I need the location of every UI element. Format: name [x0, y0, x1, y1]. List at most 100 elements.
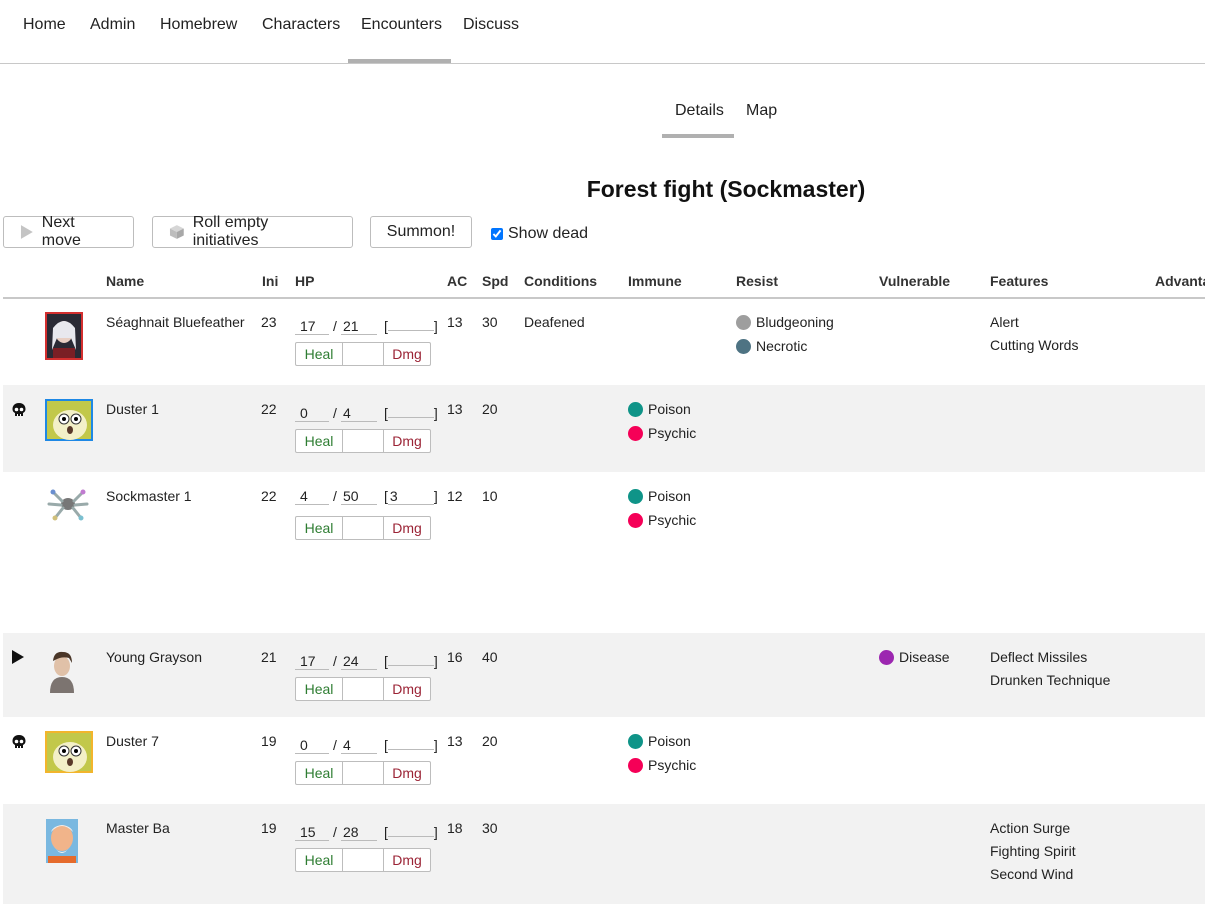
tab-map[interactable]: Map: [746, 102, 777, 120]
hp-amount-input[interactable]: [343, 678, 384, 700]
elf-portrait-avatar[interactable]: [45, 312, 91, 360]
sockmaster-spider-avatar[interactable]: [45, 486, 91, 532]
hp-current-input[interactable]: 4: [295, 488, 329, 505]
damage-button[interactable]: Dmg: [384, 430, 430, 452]
col-features[interactable]: Features: [990, 273, 1048, 289]
hp-max-input[interactable]: 4: [341, 405, 377, 422]
hp-amount-input[interactable]: [343, 849, 384, 871]
heal-button[interactable]: Heal: [296, 849, 343, 871]
temp-hp-input[interactable]: [387, 649, 434, 666]
col-ac[interactable]: AC: [447, 273, 467, 289]
creature-name[interactable]: Sockmaster 1: [106, 488, 192, 504]
hp-line: 4 / 50 [ 3 ]: [295, 488, 438, 505]
creature-name[interactable]: Young Grayson: [106, 649, 202, 665]
initiative-value[interactable]: 22: [261, 488, 277, 504]
initiative-value[interactable]: 21: [261, 649, 277, 665]
hp-line: 17 / 24 [ ]: [295, 649, 438, 670]
col-vulnerable[interactable]: Vulnerable: [879, 273, 950, 289]
creature-name[interactable]: Duster 7: [106, 733, 159, 749]
initiative-value[interactable]: 19: [261, 733, 277, 749]
hp-current-input[interactable]: 15: [295, 824, 329, 841]
summon-button[interactable]: Summon!: [370, 216, 472, 248]
hp-max-input[interactable]: 21: [341, 318, 377, 335]
hp-amount-input[interactable]: [343, 762, 384, 784]
col-name[interactable]: Name: [106, 273, 144, 289]
duster-blob-yellow-avatar[interactable]: [45, 731, 93, 777]
show-dead-toggle[interactable]: Show dead: [491, 225, 588, 243]
feature-item[interactable]: Deflect Missiles: [990, 649, 1087, 665]
hp-current-input[interactable]: 17: [295, 318, 329, 335]
nav-home[interactable]: Home: [23, 16, 66, 34]
hp-max-input[interactable]: 24: [341, 653, 377, 670]
hp-line: 17 / 21 [ ]: [295, 314, 438, 335]
nav-admin[interactable]: Admin: [90, 16, 135, 34]
nav-homebrew[interactable]: Homebrew: [160, 16, 237, 34]
hp-max-input[interactable]: 50: [341, 488, 377, 505]
table-row: Duster 7 19 0 / 4 [ ] Heal Dmg 13 20 Poi…: [3, 717, 1205, 804]
initiative-value[interactable]: 23: [261, 314, 277, 330]
hp-current-input[interactable]: 0: [295, 737, 329, 754]
col-ini[interactable]: Ini: [262, 273, 278, 289]
creature-name[interactable]: Master Ba: [106, 820, 170, 836]
feature-item[interactable]: Action Surge: [990, 820, 1070, 836]
immune-label: Psychic: [648, 425, 697, 441]
damage-button[interactable]: Dmg: [384, 343, 430, 365]
col-immune[interactable]: Immune: [628, 273, 682, 289]
nav-discuss[interactable]: Discuss: [463, 16, 519, 34]
tab-details[interactable]: Details: [675, 102, 724, 120]
heal-button[interactable]: Heal: [296, 762, 343, 784]
col-spd[interactable]: Spd: [482, 273, 508, 289]
heal-button[interactable]: Heal: [296, 517, 343, 539]
damage-button[interactable]: Dmg: [384, 678, 430, 700]
hp-separator: /: [333, 653, 337, 669]
hp-amount-input[interactable]: [343, 517, 384, 539]
hp-amount-input[interactable]: [343, 430, 384, 452]
hp-max-input[interactable]: 28: [341, 824, 377, 841]
roll-initiatives-button[interactable]: Roll empty initiatives: [152, 214, 353, 249]
heal-button[interactable]: Heal: [296, 678, 343, 700]
hp-amount-input[interactable]: [343, 343, 384, 365]
speed-value: 30: [482, 820, 498, 836]
col-hp[interactable]: HP: [295, 273, 314, 289]
feature-item[interactable]: Cutting Words: [990, 337, 1078, 353]
heal-button[interactable]: Heal: [296, 343, 343, 365]
speed-value: 30: [482, 314, 498, 330]
conditions-value[interactable]: Deafened: [524, 314, 585, 330]
initiative-value[interactable]: 19: [261, 820, 277, 836]
damage-button[interactable]: Dmg: [384, 849, 430, 871]
temp-hp-input[interactable]: [387, 820, 434, 837]
monk-portrait-avatar[interactable]: [45, 647, 91, 693]
immune-color-dot: [628, 488, 643, 504]
damage-button[interactable]: Dmg: [384, 517, 430, 539]
feature-item[interactable]: Alert: [990, 314, 1019, 330]
temp-hp-input[interactable]: 3: [387, 488, 434, 505]
temp-hp-input[interactable]: [387, 733, 434, 750]
hp-max-input[interactable]: 4: [341, 737, 377, 754]
duster-blob-blue-avatar[interactable]: [45, 399, 93, 445]
temp-hp-close-bracket: ]: [433, 488, 438, 504]
temp-hp-input[interactable]: [387, 314, 434, 331]
roll-initiatives-label: Roll empty initiatives: [192, 214, 269, 249]
feature-item[interactable]: Second Wind: [990, 866, 1073, 882]
table-header: Name Ini HP AC Spd Conditions Immune Res…: [3, 273, 1205, 299]
initiative-value[interactable]: 22: [261, 401, 277, 417]
hp-current-input[interactable]: 0: [295, 405, 329, 422]
col-conditions[interactable]: Conditions: [524, 273, 597, 289]
immune-color-dot: [628, 757, 643, 773]
nav-encounters[interactable]: Encounters: [361, 16, 442, 34]
hp-current-input[interactable]: 17: [295, 653, 329, 670]
damage-button[interactable]: Dmg: [384, 762, 430, 784]
old-master-portrait-avatar[interactable]: [45, 818, 91, 864]
nav-characters[interactable]: Characters: [262, 16, 340, 34]
feature-item[interactable]: Fighting Spirit: [990, 843, 1076, 859]
show-dead-checkbox[interactable]: [491, 228, 503, 240]
show-dead-label: Show dead: [508, 225, 589, 242]
creature-name[interactable]: Duster 1: [106, 401, 159, 417]
temp-hp-input[interactable]: [387, 401, 434, 418]
next-move-button[interactable]: Next move: [3, 214, 134, 249]
col-resist[interactable]: Resist: [736, 273, 778, 289]
creature-name[interactable]: Séaghnait Bluefeather: [106, 314, 245, 330]
col-advantage[interactable]: Advanta: [1155, 273, 1205, 289]
feature-item[interactable]: Drunken Technique: [990, 672, 1110, 688]
heal-button[interactable]: Heal: [296, 430, 343, 452]
